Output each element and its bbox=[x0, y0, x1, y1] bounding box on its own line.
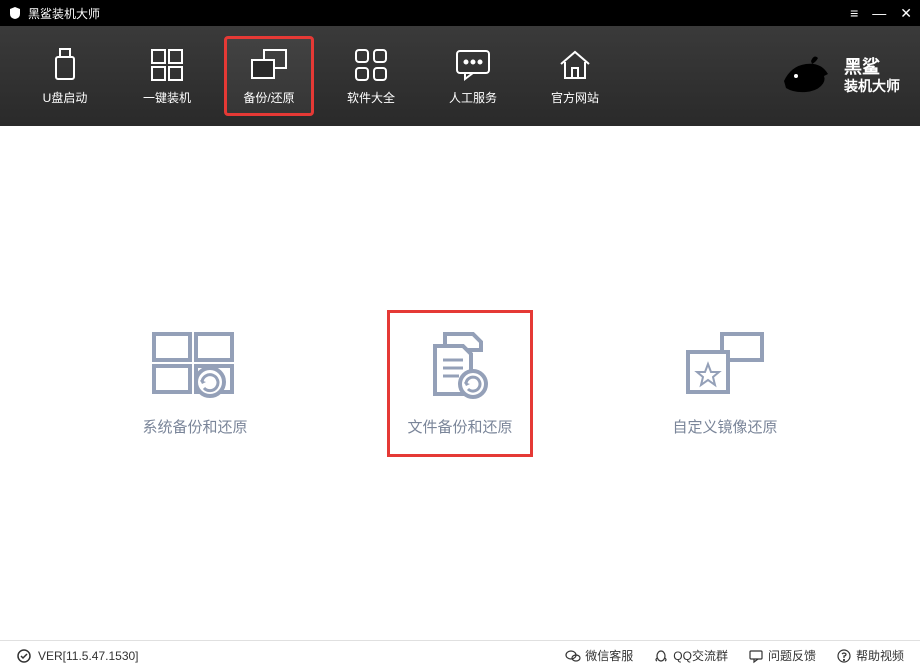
wechat-icon bbox=[565, 648, 581, 664]
option-label: 系统备份和还原 bbox=[142, 416, 247, 437]
help-icon bbox=[836, 648, 852, 664]
file-backup-icon bbox=[415, 330, 505, 400]
toolbar-label: 官方网站 bbox=[551, 89, 599, 106]
logo-text: 黑鲨 装机大师 bbox=[844, 57, 900, 95]
title-bar: 黑鲨装机大师 ≡ — ✕ bbox=[0, 0, 920, 26]
system-backup-icon bbox=[150, 330, 240, 400]
option-label: 自定义镜像还原 bbox=[673, 416, 778, 437]
toolbar-label: 备份/还原 bbox=[243, 89, 294, 106]
status-label: QQ交流群 bbox=[673, 647, 728, 664]
toolbar-support[interactable]: 人工服务 bbox=[428, 36, 518, 116]
status-qq[interactable]: QQ交流群 bbox=[653, 647, 728, 664]
toolbar-label: 人工服务 bbox=[449, 89, 497, 106]
option-file-backup[interactable]: 文件备份和还原 bbox=[387, 310, 532, 457]
logo-line1: 黑鲨 bbox=[844, 57, 900, 79]
status-left: VER[11.5.47.1530] bbox=[16, 648, 139, 664]
chat-icon bbox=[453, 47, 493, 83]
status-feedback[interactable]: 问题反馈 bbox=[748, 647, 816, 664]
option-label: 文件备份和还原 bbox=[407, 416, 512, 437]
window-controls: ≡ — ✕ bbox=[850, 5, 912, 22]
logo-area: 黑鲨 装机大师 bbox=[776, 46, 900, 106]
option-custom-image[interactable]: 自定义镜像还原 bbox=[653, 310, 798, 457]
status-label: 问题反馈 bbox=[768, 647, 816, 664]
toolbar-label: U盘启动 bbox=[43, 89, 88, 106]
shark-logo-icon bbox=[776, 46, 836, 106]
menu-button[interactable]: ≡ bbox=[850, 5, 858, 21]
qq-icon bbox=[653, 648, 669, 664]
status-right: 微信客服 QQ交流群 问题反馈 bbox=[565, 647, 904, 664]
custom-image-icon bbox=[680, 330, 770, 400]
usb-icon bbox=[45, 47, 85, 83]
app-icon bbox=[8, 6, 22, 20]
copy-icon bbox=[249, 47, 289, 83]
toolbar-backup-restore[interactable]: 备份/还原 bbox=[224, 36, 314, 116]
version-text: VER[11.5.47.1530] bbox=[38, 649, 139, 663]
status-label: 微信客服 bbox=[585, 647, 633, 664]
toolbar-label: 软件大全 bbox=[347, 89, 395, 106]
status-wechat[interactable]: 微信客服 bbox=[565, 647, 633, 664]
toolbar-website[interactable]: 官方网站 bbox=[530, 36, 620, 116]
toolbar-one-click[interactable]: 一键装机 bbox=[122, 36, 212, 116]
status-bar: VER[11.5.47.1530] 微信客服 QQ交流群 bbox=[0, 640, 920, 670]
toolbar: U盘启动 一键装机 备份/还原 bbox=[0, 26, 920, 126]
status-label: 帮助视频 bbox=[856, 647, 904, 664]
title-bar-left: 黑鲨装机大师 bbox=[8, 5, 100, 22]
toolbar-usb-boot[interactable]: U盘启动 bbox=[20, 36, 110, 116]
app-title: 黑鲨装机大师 bbox=[28, 5, 100, 22]
toolbar-items: U盘启动 一键装机 备份/还原 bbox=[20, 36, 620, 116]
minimize-button[interactable]: — bbox=[872, 5, 886, 21]
close-button[interactable]: ✕ bbox=[900, 5, 912, 22]
option-system-backup[interactable]: 系统备份和还原 bbox=[122, 310, 267, 457]
apps-icon bbox=[351, 47, 391, 83]
version-icon bbox=[16, 648, 32, 664]
status-help[interactable]: 帮助视频 bbox=[836, 647, 904, 664]
logo-line2: 装机大师 bbox=[844, 78, 900, 95]
toolbar-label: 一键装机 bbox=[143, 89, 191, 106]
home-icon bbox=[555, 47, 595, 83]
toolbar-software[interactable]: 软件大全 bbox=[326, 36, 416, 116]
feedback-icon bbox=[748, 648, 764, 664]
windows-icon bbox=[147, 47, 187, 83]
main-content: 系统备份和还原 文件备份和还原 自定义镜像还原 bbox=[0, 126, 920, 640]
